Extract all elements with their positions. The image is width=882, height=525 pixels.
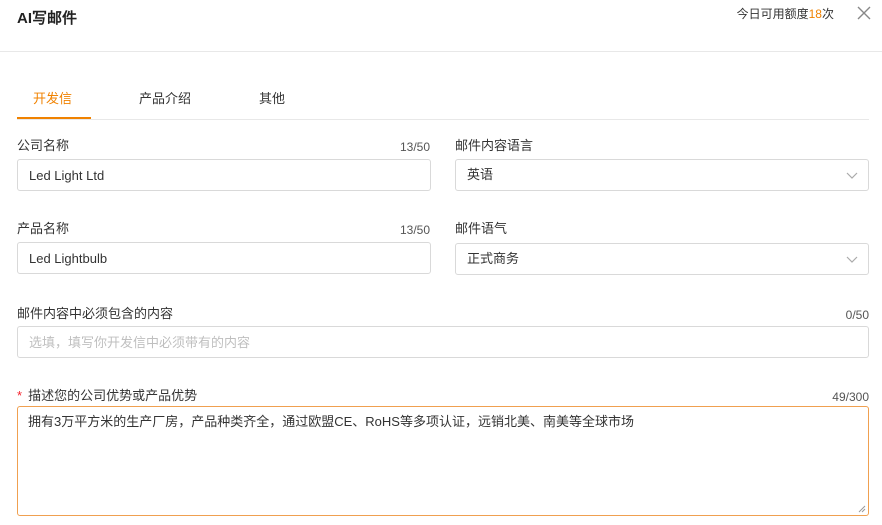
active-tab-indicator — [17, 117, 91, 119]
advantages-textarea[interactable]: 拥有3万平方米的生产厂房，产品种类齐全，通过欧盟CE、RoHS等多项认证，远销北… — [17, 406, 869, 516]
company-name-label: 公司名称 — [17, 138, 70, 153]
email-tone-select[interactable]: 正式商务 — [455, 243, 869, 275]
required-content-label: 邮件内容中必须包含的内容 — [17, 306, 174, 321]
advantages-label: * 描述您的公司优势或产品优势 — [17, 388, 197, 404]
advantages-label-text: 描述您的公司优势或产品优势 — [28, 388, 198, 403]
required-mark: * — [17, 388, 23, 403]
close-icon[interactable] — [856, 5, 872, 21]
tab-outreach-letter[interactable]: 开发信 — [33, 88, 72, 110]
quota-prefix: 今日可用额度 — [736, 7, 809, 21]
tab-product-intro[interactable]: 产品介绍 — [139, 88, 191, 110]
required-content-counter: 0/50 — [845, 308, 869, 322]
email-language-select[interactable]: 英语 — [455, 159, 869, 191]
resize-handle-icon[interactable] — [858, 505, 866, 513]
chevron-down-icon — [846, 172, 858, 179]
advantages-counter: 49/300 — [832, 390, 869, 404]
email-language-value: 英语 — [467, 167, 494, 182]
email-language-label: 邮件内容语言 — [455, 138, 534, 153]
company-name-counter: 13/50 — [399, 140, 430, 154]
email-tone-value: 正式商务 — [467, 251, 520, 266]
required-content-input[interactable] — [17, 326, 869, 358]
tab-other[interactable]: 其他 — [259, 88, 285, 110]
dialog-header: AI写邮件 今日可用额度18次 — [0, 0, 882, 52]
email-tone-label: 邮件语气 — [455, 221, 508, 236]
tab-bar: 开发信 产品介绍 其他 — [17, 88, 869, 120]
dialog-title: AI写邮件 — [17, 10, 78, 27]
product-name-counter: 13/50 — [399, 223, 430, 237]
quota-count: 18 — [808, 7, 822, 21]
company-name-input[interactable] — [17, 159, 431, 191]
daily-quota: 今日可用额度18次 — [737, 6, 834, 22]
product-name-input[interactable] — [17, 242, 431, 274]
chevron-down-icon — [846, 256, 858, 263]
product-name-label: 产品名称 — [17, 221, 70, 236]
quota-suffix: 次 — [821, 7, 834, 21]
